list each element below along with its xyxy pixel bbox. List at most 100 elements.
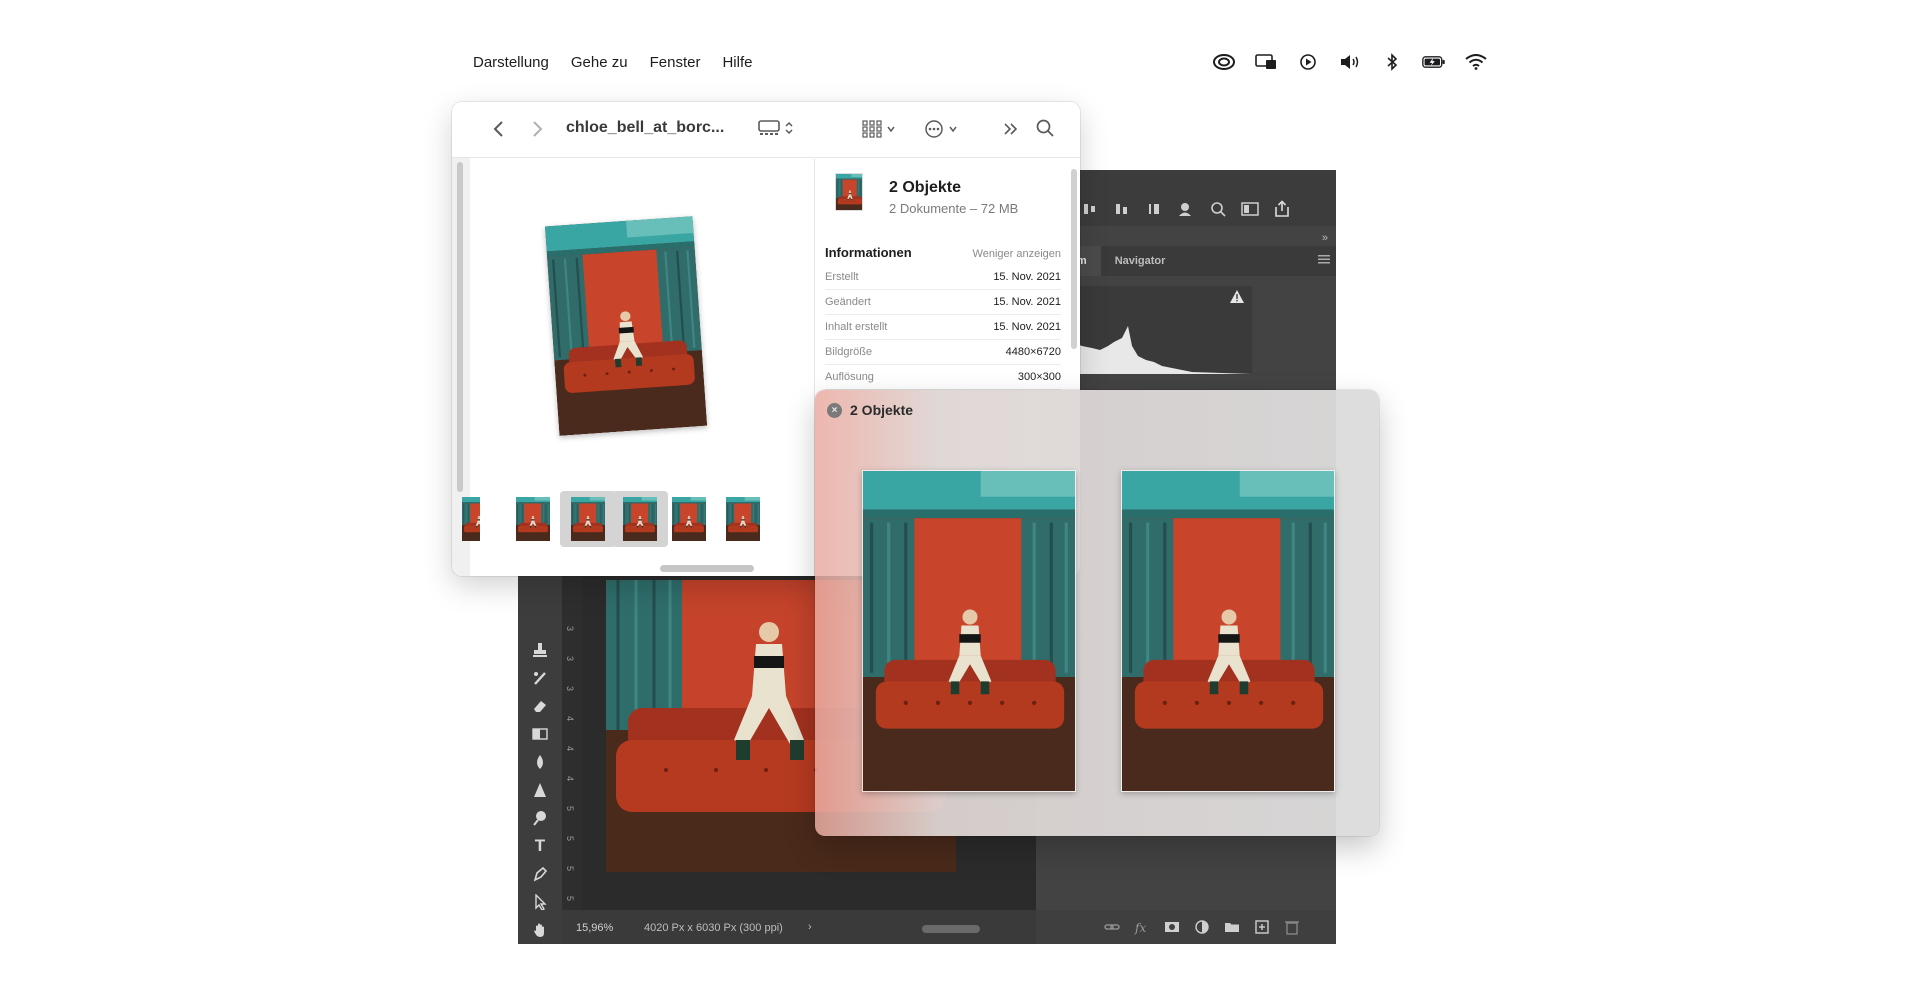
- search-icon[interactable]: [1036, 119, 1054, 137]
- info-label: Bildgröße: [825, 346, 873, 358]
- frame-icon[interactable]: [1240, 200, 1260, 218]
- panel-menu-icon[interactable]: [1318, 254, 1330, 264]
- ruler-label: 5: [565, 866, 575, 872]
- hand-tool-icon[interactable]: [530, 920, 550, 940]
- ruler-label: 5: [565, 836, 575, 842]
- back-button[interactable]: [492, 120, 506, 138]
- group-button[interactable]: [862, 120, 896, 138]
- thumbnail[interactable]: [672, 497, 706, 541]
- selection-arrow-icon[interactable]: [530, 892, 550, 912]
- chevron-updown-icon: [785, 121, 793, 135]
- pen-tool-icon[interactable]: [530, 864, 550, 884]
- layers-footer: fx: [1036, 910, 1336, 944]
- adjustment-icon[interactable]: [1194, 919, 1210, 935]
- svg-text:fx: fx: [1134, 921, 1146, 935]
- grid-icon: [862, 120, 882, 138]
- large-preview-image[interactable]: [544, 216, 708, 436]
- distribute-icon[interactable]: [1144, 200, 1164, 218]
- tab-navigator[interactable]: Navigator: [1101, 246, 1180, 276]
- forward-button[interactable]: [530, 120, 544, 138]
- gradient-icon[interactable]: [530, 724, 550, 744]
- sidebar-scrollbar[interactable]: [457, 162, 463, 492]
- panel-tabs: gramm Navigator: [1036, 246, 1336, 276]
- new-layer-icon[interactable]: [1254, 919, 1270, 935]
- menu-gehe-zu[interactable]: Gehe zu: [571, 54, 628, 71]
- creative-cloud-icon[interactable]: [1212, 52, 1236, 72]
- menu-items: Darstellung Gehe zu Fenster Hilfe: [473, 54, 752, 71]
- view-mode-button[interactable]: [758, 120, 794, 136]
- chevron-down-icon: [949, 126, 957, 133]
- ruler-label: 5: [565, 806, 575, 812]
- chevron-down-icon: [887, 126, 895, 133]
- thumbnail[interactable]: [726, 497, 760, 541]
- close-icon[interactable]: ×: [827, 403, 842, 418]
- info-value: 15. Nov. 2021: [993, 271, 1061, 283]
- window-title: chloe_bell_at_borc...: [566, 119, 725, 136]
- eraser-icon[interactable]: [530, 696, 550, 716]
- gallery-view-icon: [758, 120, 780, 135]
- info-heading: Informationen: [825, 245, 912, 260]
- gallery-preview: [462, 159, 814, 576]
- menu-darstellung[interactable]: Darstellung: [473, 54, 549, 71]
- info-label: Geändert: [825, 296, 871, 308]
- quick-look-image-1[interactable]: [862, 470, 1076, 792]
- ruler-label: 4: [565, 716, 575, 722]
- battery-icon[interactable]: [1422, 52, 1446, 72]
- gallery-scrollbar[interactable]: [660, 565, 754, 572]
- info-row: Geändert 15. Nov. 2021: [825, 290, 1061, 315]
- thumbnail[interactable]: [516, 497, 550, 541]
- fx-icon[interactable]: fx: [1134, 919, 1150, 935]
- info-row: Inhalt erstellt 15. Nov. 2021: [825, 315, 1061, 340]
- info-scrollbar[interactable]: [1071, 169, 1077, 349]
- info-value: 15. Nov. 2021: [993, 321, 1061, 333]
- thumbnail-strip: [462, 489, 814, 547]
- status-menu: [1212, 52, 1488, 72]
- mask-icon[interactable]: [1164, 919, 1180, 935]
- menu-hilfe[interactable]: Hilfe: [722, 54, 752, 71]
- ruler-label: 4: [565, 746, 575, 752]
- horizontal-scrollbar[interactable]: [922, 925, 980, 933]
- trash-icon[interactable]: [1284, 919, 1300, 935]
- play-icon[interactable]: [1296, 52, 1320, 72]
- user-icon[interactable]: [1176, 200, 1196, 218]
- panel-collapse-icon[interactable]: »: [1322, 232, 1328, 244]
- bluetooth-icon[interactable]: [1380, 52, 1404, 72]
- info-value: 300×300: [1017, 371, 1061, 383]
- more-button[interactable]: [924, 119, 958, 139]
- show-less-link[interactable]: Weniger anzeigen: [949, 248, 1061, 260]
- quick-look-image-2[interactable]: [1121, 470, 1335, 792]
- folder-icon[interactable]: [1224, 919, 1240, 935]
- ruler-label: 3: [565, 626, 575, 632]
- info-title: 2 Objekte: [889, 179, 962, 196]
- menu-fenster[interactable]: Fenster: [650, 54, 701, 71]
- align-bottom-icon[interactable]: [1112, 200, 1132, 218]
- photoshop-option-icons: [1048, 200, 1292, 218]
- share-icon[interactable]: [1272, 200, 1292, 218]
- warning-icon[interactable]: [1230, 290, 1244, 303]
- info-label: Auflösung: [825, 371, 874, 383]
- align-middle-icon[interactable]: [1080, 200, 1100, 218]
- dodge-icon[interactable]: [530, 808, 550, 828]
- sharpen-icon[interactable]: [530, 780, 550, 800]
- type-tool-icon[interactable]: T: [530, 836, 550, 856]
- thumbnail-selected[interactable]: [571, 497, 605, 541]
- document-icon: [835, 173, 863, 211]
- info-row: Bildgröße 4480×6720: [825, 340, 1061, 365]
- ruler-label: 3: [565, 686, 575, 692]
- history-brush-icon[interactable]: [530, 668, 550, 688]
- doc-info-chevron-icon[interactable]: ›: [808, 921, 812, 933]
- display-icon[interactable]: [1254, 52, 1278, 72]
- zoom-level[interactable]: 15,96%: [576, 922, 613, 934]
- thumbnail[interactable]: [462, 497, 480, 541]
- wifi-icon[interactable]: [1464, 52, 1488, 72]
- toolbar-overflow-icon[interactable]: [1002, 120, 1020, 138]
- document-info: 4020 Px x 6030 Px (300 ppi): [644, 922, 783, 934]
- link-icon[interactable]: [1104, 919, 1120, 935]
- search-icon[interactable]: [1208, 200, 1228, 218]
- volume-icon[interactable]: [1338, 52, 1362, 72]
- thumbnail-selected[interactable]: [623, 497, 657, 541]
- info-label: Erstellt: [825, 271, 859, 283]
- info-subtitle: 2 Dokumente – 72 MB: [889, 201, 1019, 216]
- blur-icon[interactable]: [530, 752, 550, 772]
- stamp-tool-icon[interactable]: [530, 640, 550, 660]
